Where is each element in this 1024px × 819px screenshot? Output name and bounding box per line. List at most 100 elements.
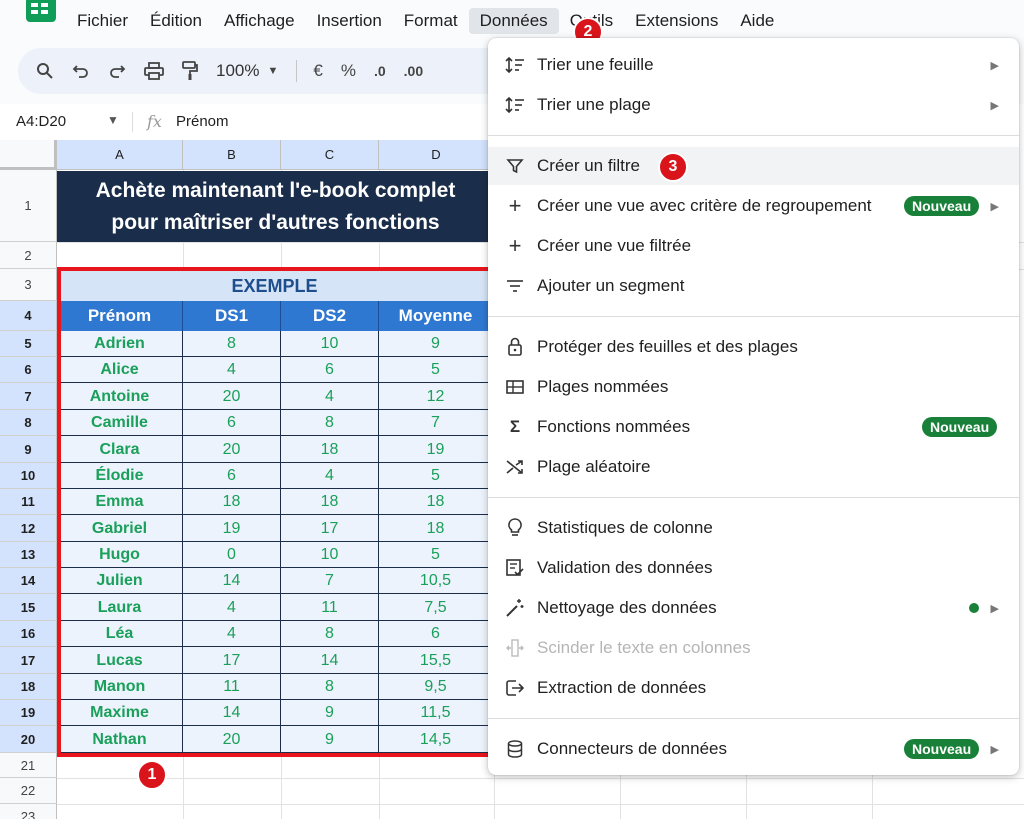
menu-affichage[interactable]: Affichage: [213, 8, 306, 34]
cell-prenom[interactable]: Élodie: [57, 463, 183, 489]
row-header[interactable]: 3: [0, 269, 57, 301]
row-header[interactable]: 20: [0, 726, 57, 753]
table-header-ds1[interactable]: DS1: [183, 301, 281, 331]
cell-ds2[interactable]: 7: [281, 568, 379, 594]
cell-moyenne[interactable]: 6: [379, 621, 492, 647]
cell-prenom[interactable]: Manon: [57, 674, 183, 700]
cell-ds2[interactable]: 10: [281, 542, 379, 568]
menu-item-extraction[interactable]: Extraction de données: [488, 669, 1019, 707]
formula-input[interactable]: Prénom: [176, 113, 229, 130]
row-header[interactable]: 8: [0, 410, 57, 436]
menu-item-plages-nommees[interactable]: Plages nommées: [488, 368, 1019, 406]
menu-item-validation[interactable]: Validation des données: [488, 549, 1019, 587]
cell-moyenne[interactable]: 7: [379, 410, 492, 436]
percent-format-button[interactable]: %: [341, 61, 356, 81]
cell-ds1[interactable]: 8: [183, 331, 281, 357]
cell-ds1[interactable]: 6: [183, 410, 281, 436]
cell-ds2[interactable]: 6: [281, 357, 379, 383]
row-header[interactable]: 22: [0, 778, 57, 804]
table-header-moyenne[interactable]: Moyenne: [379, 301, 492, 331]
menu-item-proteger[interactable]: Protéger des feuilles et des plages: [488, 328, 1019, 366]
column-header-c[interactable]: C: [281, 140, 379, 170]
cell-ds2[interactable]: 8: [281, 674, 379, 700]
cell-ds2[interactable]: 9: [281, 700, 379, 726]
cell-ds2[interactable]: 17: [281, 515, 379, 542]
cell-ds2[interactable]: 4: [281, 463, 379, 489]
ebook-banner[interactable]: Achète maintenant l'e-book complet pour …: [57, 171, 494, 242]
menu-item-plage-aleatoire[interactable]: Plage aléatoire: [488, 448, 1019, 486]
row-header[interactable]: 10: [0, 463, 57, 489]
row-header[interactable]: 19: [0, 700, 57, 726]
cell-ds2[interactable]: 18: [281, 489, 379, 515]
menu-edition[interactable]: Édition: [139, 8, 213, 34]
menu-item-trier-plage[interactable]: Trier une plage ▶: [488, 86, 1019, 124]
cell-prenom[interactable]: Nathan: [57, 726, 183, 753]
cell-ds1[interactable]: 19: [183, 515, 281, 542]
row-header[interactable]: 16: [0, 621, 57, 647]
row-header[interactable]: 14: [0, 568, 57, 594]
menu-item-vue-regroupement[interactable]: + Créer une vue avec critère de regroupe…: [488, 187, 1019, 225]
row-header[interactable]: 2: [0, 242, 57, 269]
cell-prenom[interactable]: Gabriel: [57, 515, 183, 542]
cell-moyenne[interactable]: 18: [379, 489, 492, 515]
cell-ds1[interactable]: 20: [183, 383, 281, 410]
cell-prenom[interactable]: Alice: [57, 357, 183, 383]
row-header[interactable]: 13: [0, 542, 57, 568]
cell-moyenne[interactable]: 5: [379, 463, 492, 489]
row-header[interactable]: 7: [0, 383, 57, 410]
menu-insertion[interactable]: Insertion: [306, 8, 393, 34]
cell-moyenne[interactable]: 19: [379, 436, 492, 463]
menu-donnees[interactable]: Données: [468, 8, 559, 34]
cell-moyenne[interactable]: 15,5: [379, 647, 492, 674]
row-header[interactable]: 11: [0, 489, 57, 515]
column-header-b[interactable]: B: [183, 140, 281, 170]
decrease-decimal-button[interactable]: .0: [374, 63, 386, 79]
menu-format[interactable]: Format: [393, 8, 469, 34]
search-menus-icon[interactable]: [36, 62, 54, 80]
row-header[interactable]: 1: [0, 170, 57, 242]
cell-prenom[interactable]: Léa: [57, 621, 183, 647]
menu-item-trier-feuille[interactable]: Trier une feuille ▶: [488, 46, 1019, 84]
row-header[interactable]: 6: [0, 357, 57, 383]
cell-ds2[interactable]: 4: [281, 383, 379, 410]
cell-moyenne[interactable]: 11,5: [379, 700, 492, 726]
cell-moyenne[interactable]: 5: [379, 542, 492, 568]
select-all-corner[interactable]: [0, 140, 57, 170]
cell-ds1[interactable]: 6: [183, 463, 281, 489]
column-header-d[interactable]: D: [379, 140, 494, 170]
cell-prenom[interactable]: Lucas: [57, 647, 183, 674]
table-header-ds2[interactable]: DS2: [281, 301, 379, 331]
cell-ds1[interactable]: 11: [183, 674, 281, 700]
row-header[interactable]: 23: [0, 804, 57, 819]
table-title[interactable]: EXEMPLE: [57, 271, 492, 301]
cell-prenom[interactable]: Maxime: [57, 700, 183, 726]
cell-ds1[interactable]: 14: [183, 700, 281, 726]
cell-ds2[interactable]: 14: [281, 647, 379, 674]
menu-item-ajouter-segment[interactable]: Ajouter un segment: [488, 267, 1019, 305]
cell-ds2[interactable]: 9: [281, 726, 379, 753]
row-header[interactable]: 12: [0, 515, 57, 542]
cell-prenom[interactable]: Laura: [57, 594, 183, 621]
row-header[interactable]: 21: [0, 753, 57, 778]
cell-prenom[interactable]: Clara: [57, 436, 183, 463]
menu-extensions[interactable]: Extensions: [624, 8, 729, 34]
cell-ds1[interactable]: 17: [183, 647, 281, 674]
cell-ds1[interactable]: 4: [183, 357, 281, 383]
zoom-select[interactable]: 100%: [216, 61, 259, 81]
row-header[interactable]: 17: [0, 647, 57, 674]
row-header[interactable]: 15: [0, 594, 57, 621]
cell-ds1[interactable]: 18: [183, 489, 281, 515]
currency-format-button[interactable]: €: [313, 61, 322, 81]
increase-decimal-button[interactable]: .00: [404, 63, 423, 79]
cell-moyenne[interactable]: 5: [379, 357, 492, 383]
cell-ds1[interactable]: 20: [183, 726, 281, 753]
cell-ds1[interactable]: 20: [183, 436, 281, 463]
column-header-a[interactable]: A: [57, 140, 183, 170]
cell-moyenne[interactable]: 7,5: [379, 594, 492, 621]
row-header[interactable]: 18: [0, 674, 57, 700]
cell-moyenne[interactable]: 9: [379, 331, 492, 357]
menu-item-vue-filtree[interactable]: + Créer une vue filtrée: [488, 227, 1019, 265]
cell-moyenne[interactable]: 10,5: [379, 568, 492, 594]
redo-icon[interactable]: [108, 63, 126, 79]
cell-ds1[interactable]: 0: [183, 542, 281, 568]
